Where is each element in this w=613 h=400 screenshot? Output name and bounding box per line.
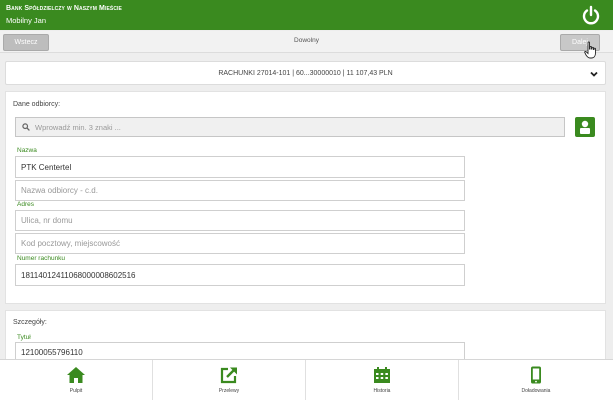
city-placeholder: Kod pocztowy, miejscowość (21, 239, 120, 248)
street-field[interactable]: Ulica, nr domu (15, 210, 465, 231)
recipient-name-value: PTK Centertel (21, 162, 72, 172)
nav-historia[interactable]: Historia (306, 360, 459, 400)
home-icon (67, 367, 85, 383)
nav-doladowania[interactable]: Doładowania (459, 360, 613, 400)
power-icon[interactable] (581, 5, 601, 25)
recipient-name2-placeholder: Nazwa odbiorcy - c.d. (21, 186, 98, 195)
recipient-search-input[interactable]: Wprowadź min. 3 znaki ... (15, 117, 565, 137)
recipient-section-label: Dane odbiorcy: (13, 101, 61, 108)
external-link-icon (220, 367, 237, 384)
nav-przelewy-label: Przelewy (218, 388, 240, 394)
account-number-value: 18114012411068000008602516 (21, 270, 136, 280)
address-label: Adres (17, 201, 34, 208)
title-value: 12100055796110 (21, 347, 83, 357)
chevron-down-icon[interactable] (589, 69, 599, 79)
account-selector[interactable]: RACHUNKI 27014-101 | 60...30000010 | 11 … (5, 61, 606, 85)
search-placeholder: Wprowadź min. 3 znaki ... (35, 122, 121, 132)
nav-przelewy[interactable]: Przelewy (153, 360, 306, 400)
page-title: Dowolny (294, 37, 319, 44)
bank-name: Bank Spółdzielczy w Naszym Mieście (6, 5, 122, 12)
recipient-name-field[interactable]: PTK Centertel (15, 156, 465, 178)
user-name: Mobilny Jan (6, 16, 47, 25)
city-field[interactable]: Kod pocztowy, miejscowość (15, 233, 465, 254)
street-placeholder: Ulica, nr domu (21, 216, 73, 225)
account-number-label: Numer rachunku (17, 255, 66, 262)
bottom-navigation: Pulpit Przelewy Historia Doładowania (0, 359, 613, 400)
phone-icon (531, 366, 541, 384)
nav-pulpit[interactable]: Pulpit (0, 360, 153, 400)
toolbar: Wstecz Dowolny Dalej (0, 31, 613, 53)
account-number-field[interactable]: 18114012411068000008602516 (15, 264, 465, 286)
search-icon (22, 123, 30, 131)
details-section-label: Szczegóły: (13, 319, 47, 326)
nav-pulpit-label: Pulpit (69, 388, 83, 394)
title-label: Tytuł (17, 334, 31, 341)
nav-doladowania-label: Doładowania (521, 388, 551, 394)
address-book-button[interactable] (575, 117, 595, 137)
name-label: Nazwa (17, 147, 37, 154)
person-icon (580, 120, 590, 134)
hand-cursor-icon (584, 41, 596, 59)
recipient-name2-field[interactable]: Nazwa odbiorcy - c.d. (15, 180, 465, 201)
account-summary: RACHUNKI 27014-101 | 60...30000010 | 11 … (218, 70, 393, 77)
app-header: Bank Spółdzielczy w Naszym Mieście Mobil… (0, 0, 613, 30)
nav-historia-label: Historia (373, 388, 391, 394)
back-button[interactable]: Wstecz (3, 34, 49, 51)
calendar-icon (374, 367, 390, 383)
